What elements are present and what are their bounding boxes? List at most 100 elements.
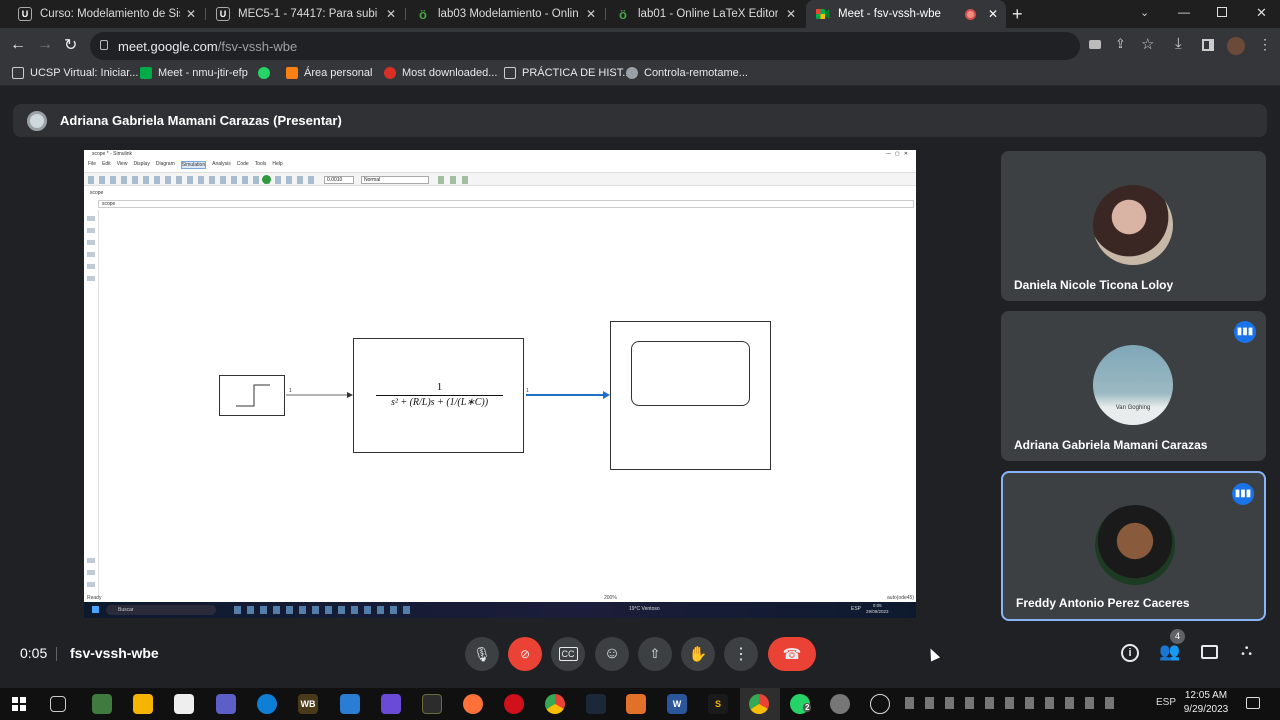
maximize-window-button[interactable]	[1217, 7, 1227, 17]
present-screen-icon: ⇧	[649, 646, 661, 661]
signal-line-2[interactable]: 1	[524, 387, 614, 401]
system-tray-icons[interactable]	[905, 697, 1125, 709]
camera-off-button[interactable]: ⊘	[508, 637, 542, 671]
captions-button[interactable]: CC	[551, 637, 585, 671]
file-explorer-icon[interactable]	[133, 694, 153, 714]
transfer-function-block[interactable]: 1 s² + (R/L)s + (1/(L∗C))	[353, 338, 524, 453]
menu-display[interactable]: Display	[133, 161, 149, 169]
stop-time-field[interactable]: 0.0010	[324, 176, 354, 184]
microphone-button[interactable]: 🎙	[465, 637, 499, 671]
toolbar-icons[interactable]	[88, 176, 318, 184]
more-options-button[interactable]: ⋮	[724, 637, 758, 671]
raise-hand-button[interactable]: ✋	[681, 637, 715, 671]
matlab-icon[interactable]	[626, 694, 646, 714]
app-icon[interactable]	[422, 694, 442, 714]
canvas-palette-bottom[interactable]	[87, 558, 95, 592]
people-button[interactable]: 👥 4	[1159, 629, 1185, 662]
chrome-active-icon[interactable]	[749, 694, 769, 714]
bookmark-item[interactable]: Controla-remotame...	[626, 67, 748, 79]
tab-search-chevron-icon[interactable]: ⌄	[1140, 6, 1149, 19]
bookmark-item[interactable]: Área personal	[286, 67, 373, 79]
word-icon[interactable]: W	[667, 694, 687, 714]
steam-icon[interactable]	[586, 694, 606, 714]
opera-icon[interactable]	[504, 694, 524, 714]
chat-icon[interactable]	[1201, 645, 1218, 659]
browser-tab[interactable]: ö lab01 - Online LaTeX Editor Ove ✕	[606, 0, 804, 28]
edge-icon[interactable]	[257, 694, 277, 714]
app-icon[interactable]	[92, 694, 112, 714]
share-icon[interactable]: ⇪	[1115, 36, 1126, 52]
game-icon[interactable]	[381, 694, 401, 714]
whatsapp-icon[interactable]: 2	[790, 694, 812, 714]
menu-tools[interactable]: Tools	[255, 161, 267, 169]
close-tab-icon[interactable]: ✕	[988, 7, 998, 21]
meeting-info-icon[interactable]: i	[1121, 644, 1139, 662]
menu-diagram[interactable]: Diagram	[156, 161, 175, 169]
close-tab-icon[interactable]: ✕	[186, 7, 196, 21]
menu-help[interactable]: Help	[272, 161, 282, 169]
participant-tile-active[interactable]: ▮▮▮ Freddy Antonio Perez Caceres	[1001, 471, 1266, 621]
step-icon	[236, 384, 270, 407]
participant-tile[interactable]: Daniela Nicole Ticona Loloy	[1001, 151, 1266, 301]
chrome-icon[interactable]	[545, 694, 565, 714]
browser-tab[interactable]: U Curso: Modelamiento de Sistem ✕	[8, 0, 204, 28]
forward-arrow-icon[interactable]: →	[37, 36, 53, 54]
leave-call-button[interactable]: ☎	[768, 637, 816, 671]
store-icon[interactable]	[174, 694, 194, 714]
close-tab-icon[interactable]: ✕	[386, 7, 396, 21]
browser-tab-active[interactable]: Meet - fsv-vssh-wbe ✕	[806, 0, 1006, 28]
browser-tab[interactable]: U MEC5-1 - 74417: Para subir prac ✕	[206, 0, 404, 28]
menu-view[interactable]: View	[117, 161, 128, 169]
camera-off-icon: ⊘	[519, 647, 531, 661]
notification-icon[interactable]	[1246, 697, 1260, 709]
language-indicator[interactable]: ESP	[1156, 697, 1176, 708]
windows-start-button[interactable]	[12, 697, 26, 711]
minimize-window-button[interactable]: —	[1178, 5, 1190, 19]
close-window-button[interactable]: ✕	[1256, 5, 1267, 21]
signal-line-1[interactable]: 1	[284, 388, 356, 400]
bookmark-item[interactable]: Meet - nmu-jtir-efp	[140, 67, 248, 79]
model-tab[interactable]: scope	[90, 190, 103, 196]
participant-tile[interactable]: ▮▮▮ Van Goghing Adriana Gabriela Mamani …	[1001, 311, 1266, 461]
back-arrow-icon[interactable]: ←	[10, 36, 26, 54]
menu-simulation[interactable]: Simulation	[180, 161, 207, 169]
bookmark-item[interactable]	[258, 67, 276, 79]
mail-icon[interactable]	[340, 694, 360, 714]
scope-block[interactable]	[610, 321, 771, 470]
chrome-menu-icon[interactable]: ⋮	[1258, 36, 1272, 53]
camera-indicator-icon[interactable]	[1089, 40, 1101, 49]
bookmark-item[interactable]: UCSP Virtual: Iniciar...	[12, 67, 138, 79]
sim-mode-select[interactable]: Normal	[361, 176, 429, 184]
app-icon[interactable]	[830, 694, 850, 714]
taskbar-clock[interactable]: 12:05 AM 9/29/2023	[1178, 689, 1234, 717]
app-icon[interactable]	[870, 694, 890, 714]
bookmark-item[interactable]: PRÁCTICA DE HIST...	[504, 67, 631, 79]
menu-analysis[interactable]: Analysis	[212, 161, 231, 169]
firefox-icon[interactable]	[463, 694, 483, 714]
activities-icon[interactable]: ⛬	[1241, 642, 1252, 660]
menu-edit[interactable]: Edit	[102, 161, 111, 169]
reactions-button[interactable]: ☺	[595, 637, 629, 671]
task-view-icon[interactable]	[50, 696, 66, 712]
step-block[interactable]	[219, 375, 285, 416]
app-icon[interactable]	[216, 694, 236, 714]
side-panel-icon[interactable]	[1202, 39, 1214, 51]
menu-file[interactable]: File	[88, 161, 96, 169]
reload-icon[interactable]: ↻	[64, 35, 77, 55]
profile-avatar[interactable]	[1227, 37, 1245, 55]
download-icon[interactable]: ⤓	[1175, 35, 1182, 52]
canvas-palette[interactable]	[87, 216, 95, 286]
new-tab-button[interactable]: +	[1012, 4, 1023, 25]
address-bar[interactable]: meet.google.com /fsv-vssh-wbe	[90, 32, 1080, 60]
app-icon[interactable]: S	[708, 694, 728, 714]
browser-tab[interactable]: ö lab03 Modelamiento - Online La ✕	[406, 0, 604, 28]
close-tab-icon[interactable]: ✕	[786, 7, 796, 21]
bookmark-item[interactable]: Most downloaded...	[384, 67, 497, 79]
wb-app-icon[interactable]: WB	[298, 694, 318, 714]
present-button[interactable]: ⇧	[638, 637, 672, 671]
toolbar-icons-right[interactable]	[438, 176, 474, 184]
menu-code[interactable]: Code	[237, 161, 249, 169]
run-icon[interactable]	[262, 175, 271, 184]
bookmark-star-icon[interactable]: ☆	[1141, 35, 1154, 53]
close-tab-icon[interactable]: ✕	[586, 7, 596, 21]
